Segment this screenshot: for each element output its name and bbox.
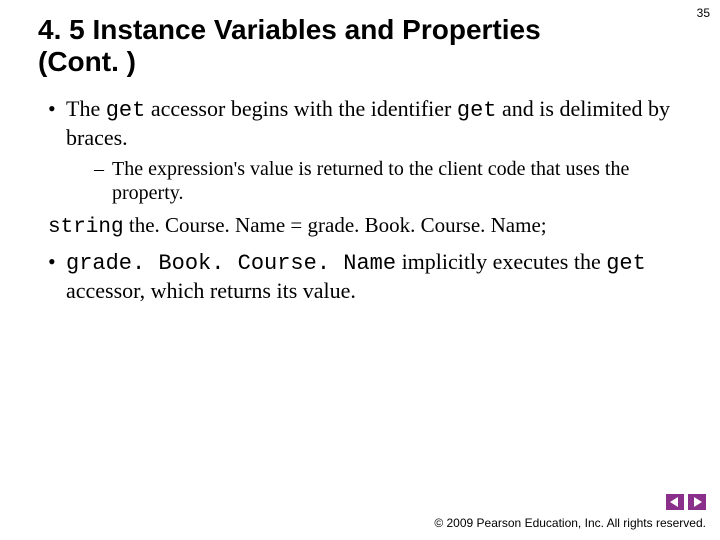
text: The expression's value is returned to th… — [112, 158, 629, 204]
code-keyword: string — [48, 216, 124, 239]
code-inline: get — [606, 251, 646, 276]
code-inline: get — [106, 98, 146, 123]
sub-bullet-1: The expression's value is returned to th… — [94, 157, 682, 205]
text: The — [66, 96, 106, 121]
text: accessor begins with the identifier — [145, 96, 457, 121]
code-line: string the. Course. Name = grade. Book. … — [38, 213, 682, 239]
triangle-left-icon — [670, 497, 680, 507]
bullet-list: The get accessor begins with the identif… — [38, 96, 682, 205]
code-inline: get — [457, 98, 497, 123]
code-inline: grade. Book. Course. Name — [66, 251, 396, 276]
slide-title: 4. 5 Instance Variables and Properties (… — [38, 14, 578, 78]
code-rest: the. Course. Name = grade. Book. Course.… — [124, 213, 547, 237]
page-number: 35 — [697, 6, 710, 20]
bullet-2: grade. Book. Course. Name implicitly exe… — [48, 249, 682, 304]
bullet-list-2: grade. Book. Course. Name implicitly exe… — [38, 249, 682, 304]
copyright-footer: © 2009 Pearson Education, Inc. All right… — [434, 516, 706, 530]
nav-controls — [666, 494, 706, 510]
triangle-right-icon — [692, 497, 702, 507]
text: implicitly executes the — [396, 249, 606, 274]
bullet-1: The get accessor begins with the identif… — [48, 96, 682, 205]
sub-bullet-list: The expression's value is returned to th… — [66, 157, 682, 205]
next-button[interactable] — [688, 494, 706, 510]
prev-button[interactable] — [666, 494, 684, 510]
text: accessor, which returns its value. — [66, 278, 356, 303]
slide: 35 4. 5 Instance Variables and Propertie… — [0, 0, 720, 540]
